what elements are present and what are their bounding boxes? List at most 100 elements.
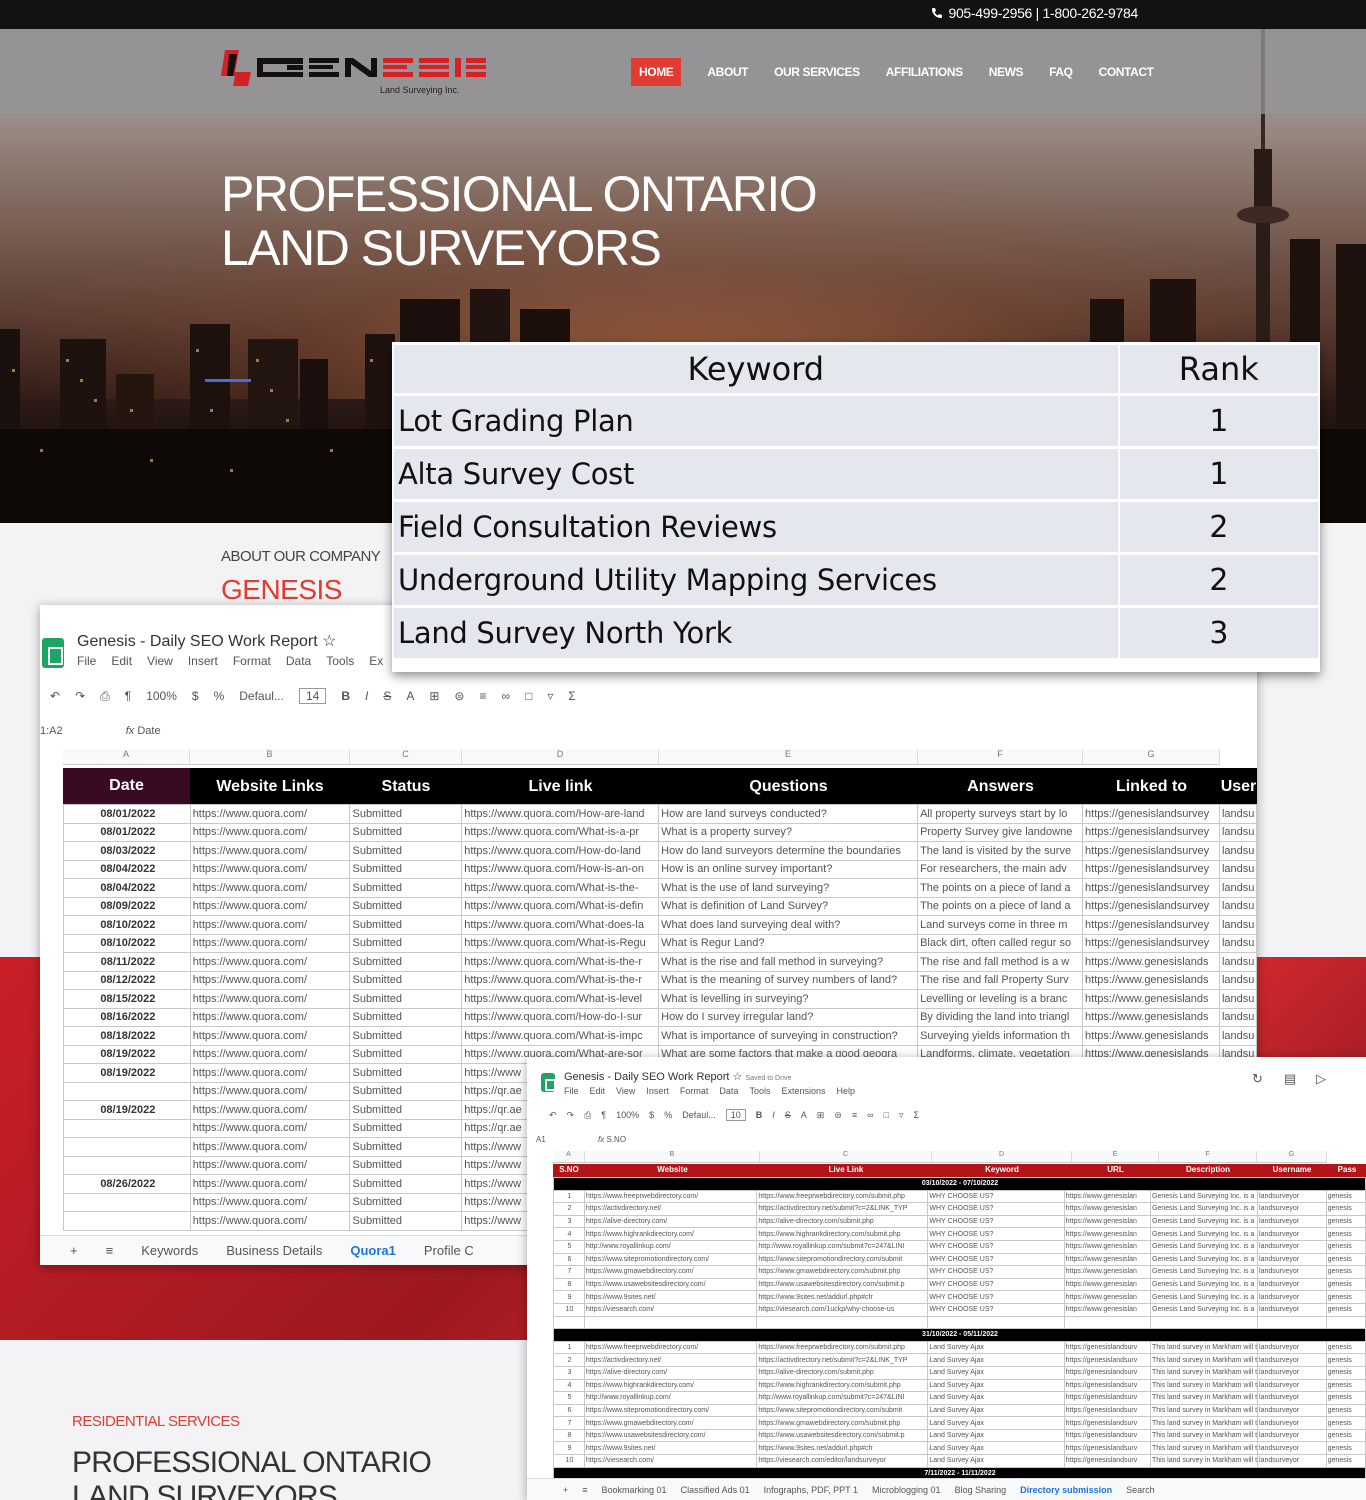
table-cell[interactable]: https://www.quora.com/How-are-land — [461, 804, 660, 824]
table-cell[interactable]: By dividing the land into triangl — [917, 1007, 1084, 1027]
table-cell[interactable]: https://www.quora.com/ — [189, 952, 351, 972]
table-cell[interactable]: WHY CHOOSE US? — [927, 1189, 1065, 1204]
table-cell[interactable]: Land Survey Ajax — [927, 1391, 1065, 1405]
table-cell[interactable]: https://www.quora.com/ — [189, 1063, 351, 1083]
table-cell[interactable]: https://alive-directory.com/ — [583, 1214, 758, 1229]
table-cell[interactable]: Submitted — [349, 859, 463, 879]
table-cell[interactable]: https://www.quora.com/ — [189, 1044, 351, 1064]
currency-icon[interactable]: $ — [649, 1110, 654, 1120]
functions-icon[interactable]: Σ — [568, 689, 575, 703]
table-cell[interactable]: https://www.quora.com/ — [189, 1192, 351, 1212]
table-cell[interactable]: landsurveyor — [1257, 1252, 1327, 1267]
table-cell[interactable]: Land Survey Ajax — [927, 1340, 1065, 1355]
table-cell[interactable] — [1325, 1315, 1366, 1330]
all-sheets-icon[interactable]: ≡ — [582, 1485, 587, 1495]
table-cell[interactable]: landsu — [1218, 1007, 1257, 1027]
table-cell[interactable]: https://www.quora.com/What-is-impc — [461, 1026, 660, 1046]
table-cell[interactable]: https://www.quora.com/ — [189, 804, 351, 824]
column-letter[interactable]: C — [760, 1151, 932, 1162]
filter-icon[interactable]: ▿ — [547, 689, 553, 703]
all-sheets-icon[interactable]: ≡ — [106, 1243, 114, 1258]
table-cell[interactable]: The land is visited by the surve — [917, 841, 1084, 861]
table-cell[interactable]: landsurveyor — [1257, 1403, 1327, 1418]
table-cell[interactable]: The rise and fall method is a w — [917, 952, 1084, 972]
table-cell[interactable]: Land Survey Ajax — [927, 1454, 1065, 1468]
table-cell[interactable]: WHY CHOOSE US? — [927, 1227, 1065, 1241]
borders-icon[interactable]: ⊞ — [429, 689, 439, 703]
table-cell[interactable]: What is the use of land surveying? — [658, 878, 919, 898]
table-cell[interactable]: https://www.freeprwebdirectory.com/ — [583, 1189, 758, 1204]
column-letter[interactable]: C — [350, 749, 462, 764]
table-cell[interactable]: https://genesislandsurv — [1063, 1454, 1152, 1468]
table-cell[interactable]: Land Survey Ajax — [927, 1378, 1065, 1393]
table-cell[interactable]: landsurveyor — [1257, 1340, 1327, 1355]
meet-icon[interactable]: ▷ — [1316, 1071, 1326, 1087]
table-cell[interactable]: This land survey in Markham will t — [1149, 1365, 1259, 1380]
table-cell[interactable]: https://www.quora.com/ — [189, 1137, 351, 1157]
table-cell[interactable]: Black dirt, often called regur so — [917, 933, 1084, 953]
table-cell[interactable]: This land survey in Markham will t — [1149, 1378, 1259, 1393]
text-color-icon[interactable]: A — [406, 689, 414, 703]
table-cell[interactable]: https://genesislandsurvey — [1082, 878, 1220, 898]
percent-icon[interactable]: % — [664, 1110, 672, 1120]
nav-about[interactable]: ABOUT — [707, 58, 748, 86]
table-cell[interactable]: https://www.sitepromotiondirectory.com/s… — [756, 1403, 929, 1418]
menu-format[interactable]: Format — [680, 1086, 709, 1096]
table-cell[interactable]: 5 — [553, 1239, 585, 1254]
table-cell[interactable]: Genesis Land Surveying Inc. is a — [1149, 1252, 1259, 1267]
table-cell[interactable]: The points on a piece of land a — [917, 896, 1084, 916]
table-cell[interactable]: http://www.royallinkup.com/ — [583, 1391, 758, 1405]
font-select[interactable]: Defaul... — [682, 1110, 716, 1120]
table-cell[interactable]: https://www.quora.com/How-do-land — [461, 841, 660, 861]
table-cell[interactable]: Submitted — [349, 1174, 463, 1194]
tab-classified-ads[interactable]: Classified Ads 01 — [681, 1485, 750, 1495]
table-cell[interactable]: Submitted — [349, 1063, 463, 1083]
table-cell[interactable]: https://genesislandsurv — [1063, 1391, 1152, 1405]
column-letter[interactable]: E — [659, 749, 918, 764]
bold-icon[interactable]: B — [341, 689, 350, 703]
table-cell[interactable]: https://www.genesislan — [1063, 1252, 1152, 1267]
table-cell[interactable]: https://www.quora.com/What-does-la — [461, 915, 660, 935]
table-cell[interactable]: Submitted — [349, 1137, 463, 1157]
table-cell[interactable]: Land Survey Ajax — [927, 1365, 1065, 1380]
table-cell[interactable]: landsu — [1218, 915, 1257, 935]
table-cell[interactable]: https://www.sitepromotiondirectory.com/s… — [756, 1252, 929, 1267]
table-cell[interactable]: https://genesislandsurv — [1063, 1416, 1152, 1430]
table-cell[interactable]: Submitted — [349, 1026, 463, 1046]
column-letter[interactable]: G — [1083, 749, 1220, 764]
table-cell[interactable]: genesis — [1325, 1428, 1366, 1443]
menu-format[interactable]: Format — [233, 654, 271, 668]
table-cell[interactable]: http://www.royallinkup.com/ — [583, 1239, 758, 1254]
tab-quora1[interactable]: Quora1 — [350, 1243, 396, 1258]
table-cell[interactable]: landsurveyor — [1257, 1365, 1327, 1380]
table-cell[interactable]: Submitted — [349, 878, 463, 898]
history-icon[interactable]: ↻ — [1252, 1071, 1263, 1087]
merge-icon[interactable]: ⊜ — [834, 1110, 842, 1121]
add-sheet-icon[interactable]: + — [70, 1243, 78, 1258]
table-cell[interactable]: This land survey in Markham will t — [1149, 1403, 1259, 1418]
table-cell[interactable]: 08/19/2022 — [63, 1044, 191, 1064]
table-cell[interactable]: genesis — [1325, 1403, 1366, 1418]
table-cell[interactable]: https://www.9sites.net/ — [583, 1441, 758, 1456]
table-cell[interactable]: 08/04/2022 — [63, 859, 191, 879]
table-cell[interactable]: Submitted — [349, 1044, 463, 1064]
table-cell[interactable]: https://genesislandsurvey — [1082, 896, 1220, 916]
table-cell[interactable]: https://www.9sites.net/addurl.php#cfr — [756, 1290, 929, 1304]
table-cell[interactable]: This land survey in Markham will t — [1149, 1391, 1259, 1405]
table-cell[interactable]: Submitted — [349, 1155, 463, 1175]
table-cell[interactable]: https://viesearch.com/editor/landsurveyo… — [756, 1454, 929, 1468]
table-cell[interactable]: https://www.usawebsitesdirectory.com/ — [583, 1428, 758, 1443]
table-cell[interactable]: genesis — [1325, 1378, 1366, 1393]
table-cell[interactable]: landsu — [1218, 1026, 1257, 1046]
link-icon[interactable]: ∞ — [502, 689, 511, 703]
table-cell[interactable]: Submitted — [349, 804, 463, 824]
table-cell[interactable]: landsurveyor — [1257, 1277, 1327, 1292]
table-cell[interactable]: genesis — [1325, 1189, 1366, 1204]
font-size-input[interactable]: 10 — [725, 1109, 746, 1121]
table-cell[interactable]: genesis — [1325, 1227, 1366, 1241]
table-cell[interactable]: https://genesislandsurvey — [1082, 915, 1220, 935]
table-cell[interactable]: https://www.sitepromotiondirectory.com/ — [583, 1252, 758, 1267]
table-cell[interactable]: https://www.freeprwebdirectory.com/submi… — [756, 1189, 929, 1204]
table-cell[interactable]: landsurveyor — [1257, 1378, 1327, 1393]
table-cell[interactable]: 5 — [553, 1391, 585, 1405]
